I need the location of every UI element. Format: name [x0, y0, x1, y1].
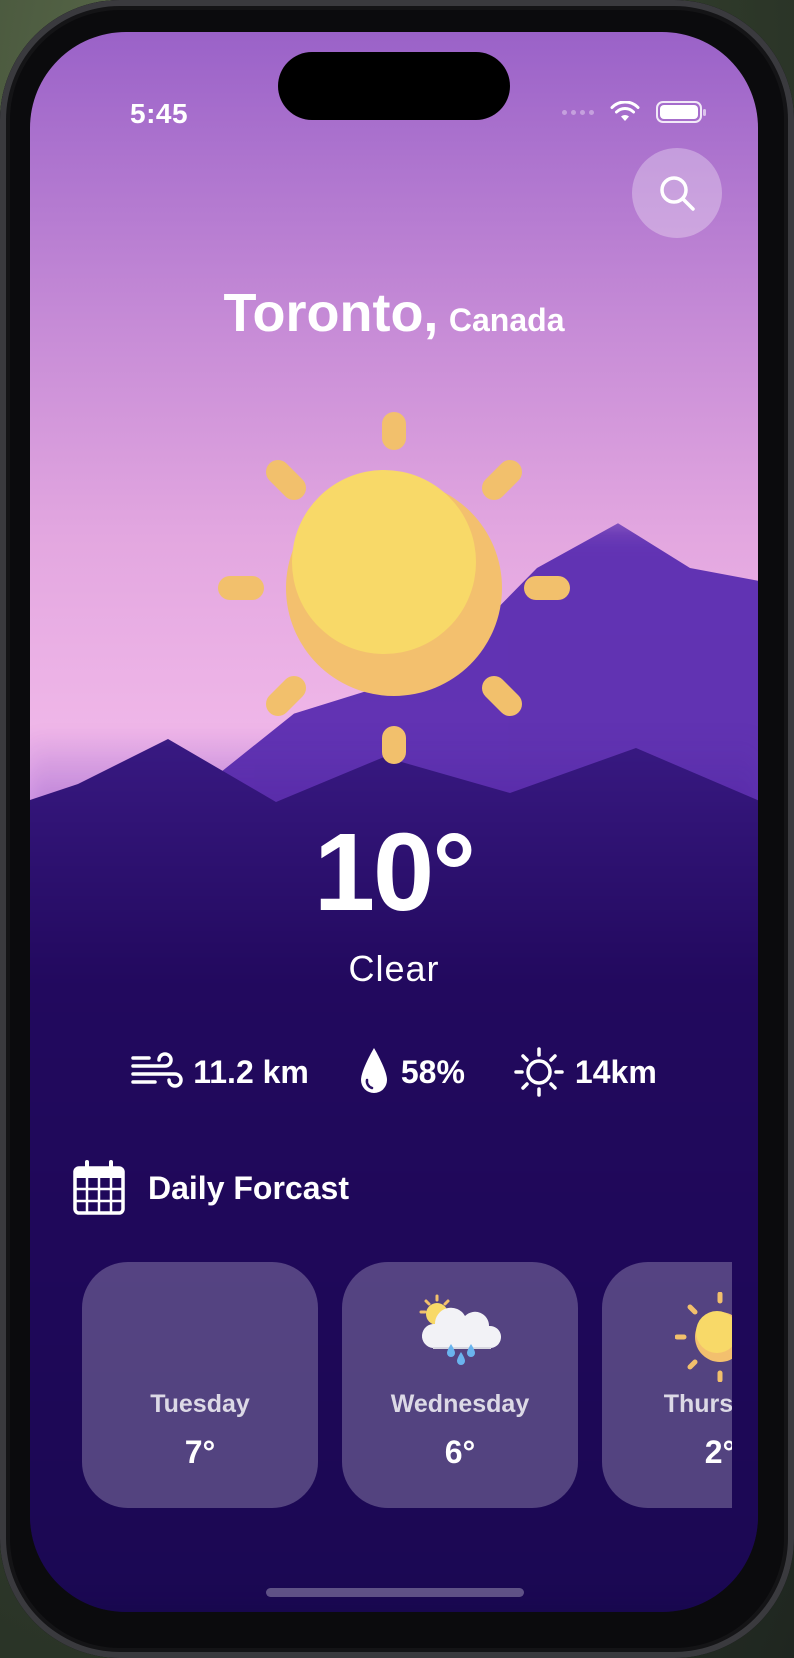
forecast-card[interactable]: Thursday 2° [602, 1262, 732, 1508]
daily-forecast-header: Daily Forcast [72, 1160, 349, 1216]
forecast-temp: 2° [704, 1434, 732, 1470]
forecast-temp: 7° [184, 1434, 216, 1470]
home-indicator[interactable] [266, 1588, 524, 1597]
wind-value: 11.2 km [193, 1053, 309, 1090]
drop-icon [360, 1048, 387, 1093]
weather-sun-icon [208, 402, 580, 774]
wind-stat: 11.2 km [131, 1046, 309, 1098]
daily-forecast-title: Daily Forcast [148, 1169, 349, 1206]
signal-dots-icon [562, 109, 594, 115]
country-name: Canada [448, 302, 565, 338]
forecast-day: Thursday [663, 1390, 732, 1418]
search-button[interactable] [632, 148, 722, 238]
humidity-value: 58% [400, 1053, 465, 1090]
phone-frame: 5:45 Toronto, Canada 10° Clear 11.2 km 5… [0, 0, 794, 1658]
forecast-cards-scroller[interactable]: Tuesday 7° Wednesday 6° Thurs 2° [82, 1262, 732, 1508]
forecast-day: Wednesday [390, 1390, 530, 1418]
city-name: Toronto, [223, 283, 439, 343]
visibility-value: 14km [574, 1053, 657, 1090]
status-icons [562, 100, 706, 124]
calendar-icon [73, 1160, 125, 1215]
location-header: Toronto, Canada [30, 282, 758, 344]
forecast-day: Tuesday [150, 1390, 250, 1418]
wind-icon [131, 1052, 183, 1088]
weather-condition: Clear [348, 948, 440, 989]
forecast-card[interactable]: Wednesday 6° [342, 1262, 578, 1508]
sun-outline-icon [514, 1047, 564, 1097]
status-time: 5:45 [130, 98, 189, 129]
visibility-stat: 14km [513, 1046, 657, 1098]
wifi-icon [610, 101, 640, 121]
sun-icon [602, 1292, 732, 1382]
battery-icon [656, 101, 706, 123]
forecast-temp: 6° [444, 1434, 476, 1470]
search-icon [660, 176, 695, 211]
weather-stats: 11.2 km 58% 14km [30, 1046, 758, 1098]
humidity-stat: 58% [357, 1046, 465, 1098]
current-temperature: 10° [313, 811, 476, 934]
app-screen: 5:45 Toronto, Canada 10° Clear 11.2 km 5… [30, 32, 758, 1612]
partly-cloudy-rain-icon [342, 1292, 578, 1372]
dynamic-island [278, 52, 510, 120]
forecast-card[interactable]: Tuesday 7° [82, 1262, 318, 1508]
